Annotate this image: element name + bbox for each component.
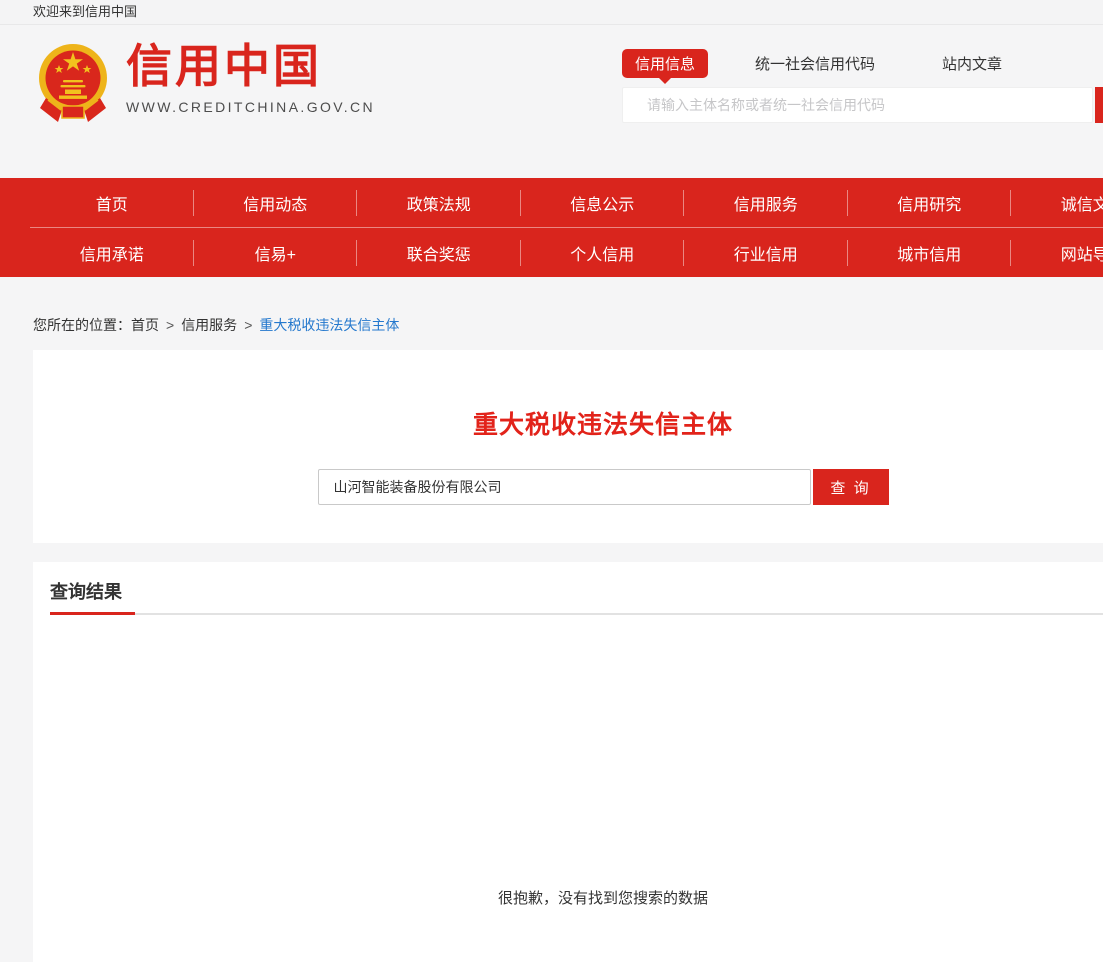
nav-credit-research[interactable]: 信用研究 xyxy=(848,191,1012,215)
breadcrumb-separator: > xyxy=(166,317,174,333)
site-url: WWW.CREDITCHINA.GOV.CN xyxy=(126,99,375,115)
nav-inner: 首页 信用动态 政策法规 信息公示 信用服务 信用研究 诚信文化 信用承诺 信易… xyxy=(30,178,1103,277)
query-button[interactable]: 查 询 xyxy=(813,469,889,505)
nav-personal-credit[interactable]: 个人信用 xyxy=(521,241,685,265)
company-search-input[interactable] xyxy=(318,469,811,505)
nav-integrity-culture[interactable]: 诚信文化 xyxy=(1011,191,1103,215)
results-header: 查询结果 xyxy=(50,578,1103,615)
nav-row-2: 信用承诺 信易+ 联合奖惩 个人信用 行业信用 城市信用 网站导航 xyxy=(30,227,1103,277)
search-tab-articles[interactable]: 站内文章 xyxy=(942,53,1002,74)
search-tabs: 信用信息 统一社会信用代码 站内文章 xyxy=(622,48,1103,78)
main-navigation: 首页 信用动态 政策法规 信息公示 信用服务 信用研究 诚信文化 信用承诺 信易… xyxy=(0,178,1103,277)
breadcrumb-credit-service-link[interactable]: 信用服务 xyxy=(181,317,237,333)
search-tab-credit-info[interactable]: 信用信息 xyxy=(622,49,708,78)
results-title: 查询结果 xyxy=(50,578,135,615)
empty-result-message: 很抱歉，没有找到您搜索的数据 xyxy=(33,887,1103,908)
site-header: 信用中国 WWW.CREDITCHINA.GOV.CN 信用信息 统一社会信用代… xyxy=(0,25,1103,178)
nav-joint-reward-punishment[interactable]: 联合奖惩 xyxy=(357,241,521,265)
nav-policy-regulations[interactable]: 政策法规 xyxy=(357,191,521,215)
breadcrumb-separator: > xyxy=(244,317,252,333)
nav-home[interactable]: 首页 xyxy=(30,191,194,215)
nav-credit-commitment[interactable]: 信用承诺 xyxy=(30,241,194,265)
breadcrumb-prefix: 您所在的位置： xyxy=(33,317,131,333)
nav-row-1: 首页 信用动态 政策法规 信息公示 信用服务 信用研究 诚信文化 xyxy=(30,178,1103,227)
breadcrumb: 您所在的位置：首页 > 信用服务 > 重大税收违法失信主体 xyxy=(33,315,399,335)
nav-city-credit[interactable]: 城市信用 xyxy=(848,241,1012,265)
nav-credit-service[interactable]: 信用服务 xyxy=(684,191,848,215)
welcome-text: 欢迎来到信用中国 xyxy=(33,4,137,19)
search-panel: 重大税收违法失信主体 查 询 xyxy=(33,350,1103,543)
topbar: 欢迎来到信用中国 xyxy=(0,0,1103,25)
national-emblem-icon xyxy=(36,40,110,130)
results-panel: 查询结果 很抱歉，没有找到您搜索的数据 xyxy=(33,562,1103,962)
header-search-input[interactable] xyxy=(622,87,1093,123)
breadcrumb-home-link[interactable]: 首页 xyxy=(131,317,159,333)
search-tab-uscc[interactable]: 统一社会信用代码 xyxy=(755,53,875,74)
site-name: 信用中国 xyxy=(126,38,375,94)
breadcrumb-current-page: 重大税收违法失信主体 xyxy=(259,317,399,333)
site-logo-link[interactable]: 信用中国 WWW.CREDITCHINA.GOV.CN xyxy=(36,38,375,130)
nav-info-disclosure[interactable]: 信息公示 xyxy=(521,191,685,215)
header-search-button[interactable] xyxy=(1095,87,1103,123)
company-search-row: 查 询 xyxy=(33,469,1103,505)
nav-credit-news[interactable]: 信用动态 xyxy=(194,191,358,215)
header-search-widget: 信用信息 统一社会信用代码 站内文章 xyxy=(622,25,1103,78)
page-title: 重大税收违法失信主体 xyxy=(33,405,1103,441)
site-identity: 信用中国 WWW.CREDITCHINA.GOV.CN xyxy=(126,38,375,115)
nav-xinyi-plus[interactable]: 信易+ xyxy=(194,241,358,265)
nav-site-map[interactable]: 网站导航 xyxy=(1011,241,1103,265)
nav-industry-credit[interactable]: 行业信用 xyxy=(684,241,848,265)
